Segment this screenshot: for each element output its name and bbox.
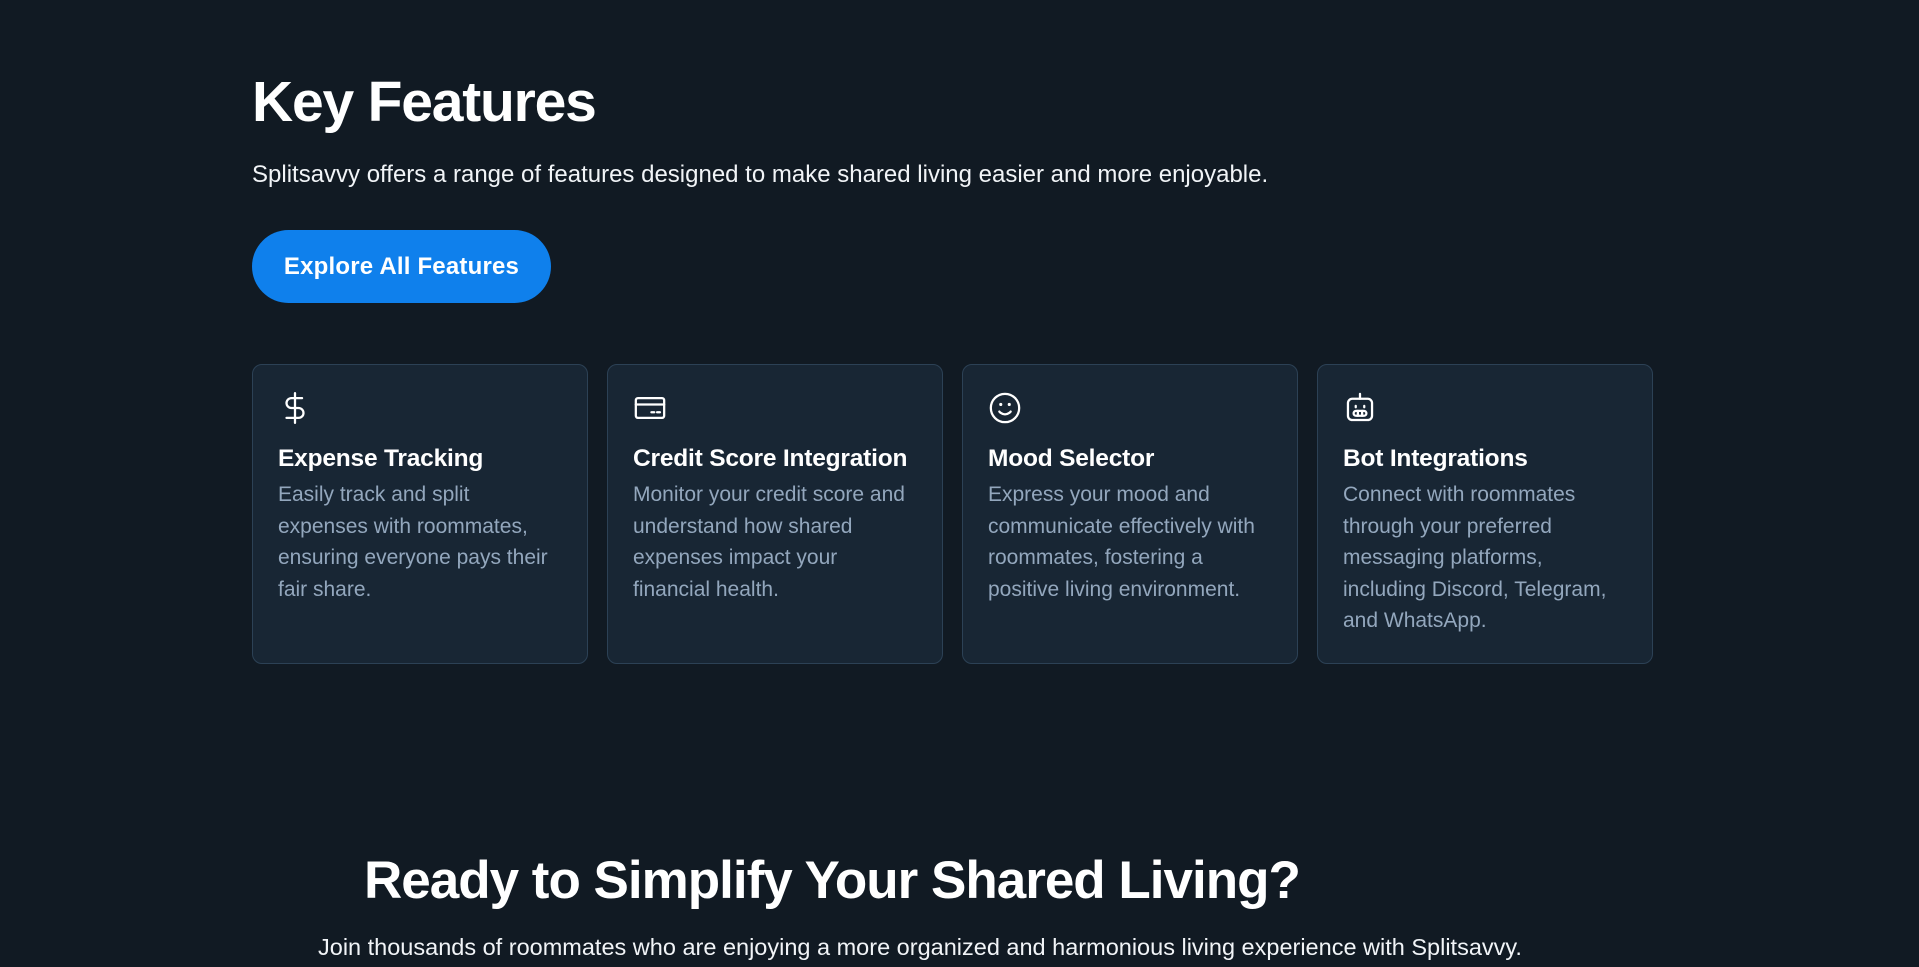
card-description: Easily track and split expenses with roo…	[278, 483, 548, 601]
card-title: Bot Integrations	[1343, 445, 1528, 472]
feature-card-bot-integrations: Bot Integrations Connect with roommates …	[1317, 364, 1653, 664]
key-features-section: Key Features Splitsavvy offers a range o…	[252, 62, 1652, 303]
feature-card-mood-selector: Mood Selector Express your mood and comm…	[962, 364, 1298, 664]
bot-icon	[1343, 391, 1377, 425]
card-title: Mood Selector	[988, 445, 1155, 472]
page: Key Features Splitsavvy offers a range o…	[0, 0, 1919, 967]
dollar-icon	[278, 391, 312, 425]
section-subtitle: Splitsavvy offers a range of features de…	[252, 161, 1269, 188]
feature-cards: Expense Tracking Easily track and split …	[252, 364, 1653, 664]
cta-title: Ready to Simplify Your Shared Living?	[364, 851, 1301, 910]
card-title: Credit Score Integration	[633, 445, 908, 472]
section-title: Key Features	[252, 70, 597, 134]
feature-card-expense-tracking: Expense Tracking Easily track and split …	[252, 364, 588, 664]
credit-card-icon	[633, 391, 667, 425]
card-description: Express your mood and communicate effect…	[988, 483, 1255, 601]
feature-card-credit-score: Credit Score Integration Monitor your cr…	[607, 364, 943, 664]
card-title: Expense Tracking	[278, 445, 484, 472]
card-description: Connect with roommates through your pref…	[1343, 483, 1607, 633]
cta-subtitle: Join thousands of roommates who are enjo…	[318, 934, 1522, 960]
explore-all-features-button[interactable]: Explore All Features	[252, 230, 551, 303]
card-description: Monitor your credit score and understand…	[633, 483, 905, 601]
smile-icon	[988, 391, 1022, 425]
